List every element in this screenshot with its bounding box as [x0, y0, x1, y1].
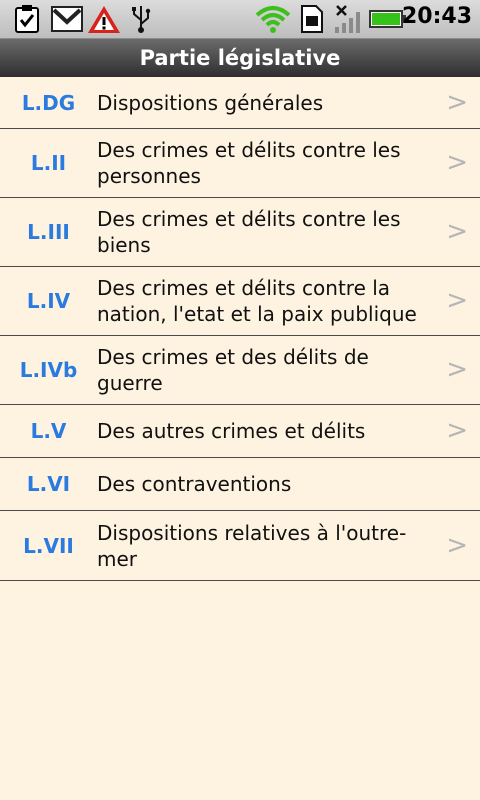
- item-label: Des crimes et délits contre la nation, l…: [97, 276, 417, 326]
- chevron-right-icon: >: [446, 415, 468, 446]
- item-label: Des crimes et délits contre les personne…: [97, 138, 401, 188]
- chevron-right-icon: >: [446, 216, 468, 247]
- list-item[interactable]: L.IVb Des crimes et des délits de guerre >: [0, 336, 480, 405]
- list-item[interactable]: L.IV Des crimes et délits contre la natio…: [0, 267, 480, 336]
- item-label: Des crimes et des délits de guerre: [97, 345, 369, 395]
- clipboard-icon[interactable]: [10, 3, 44, 35]
- chevron-right-icon: >: [446, 285, 468, 316]
- item-code: L.IVb: [19, 358, 78, 382]
- sim-icon: [298, 3, 326, 35]
- clock-time: 20:43: [401, 4, 472, 29]
- item-label: Des crimes et délits contre les biens: [97, 207, 401, 257]
- item-code: L.DG: [21, 90, 76, 115]
- chevron-right-icon: >: [446, 354, 468, 385]
- no-signal-icon: [332, 3, 364, 35]
- chevron-right-icon: >: [446, 529, 468, 560]
- usb-icon[interactable]: [126, 3, 156, 35]
- list-item[interactable]: L.V Des autres crimes et délits >: [0, 405, 480, 458]
- warning-icon[interactable]: [86, 3, 122, 35]
- status-bar: 20:43: [0, 0, 480, 38]
- item-code: L.VI: [26, 472, 71, 496]
- item-code: L.II: [30, 151, 67, 175]
- list-item[interactable]: L.VI Des contraventions: [0, 458, 480, 511]
- item-code: L.IV: [26, 289, 71, 313]
- item-label: Des contraventions: [97, 472, 292, 496]
- gmail-icon[interactable]: [50, 3, 84, 35]
- list-item[interactable]: L.VII Dispositions relatives à l'outre-me…: [0, 511, 480, 581]
- item-code: L.V: [30, 419, 67, 443]
- item-label: Des autres crimes et délits: [97, 419, 366, 443]
- chevron-right-icon: >: [446, 86, 468, 117]
- list-item[interactable]: L.II Des crimes et délits contre les pers…: [0, 129, 480, 198]
- section-list: L.DG Dispositions générales > L.II Des crime…: [0, 77, 480, 581]
- list-item[interactable]: L.III Des crimes et délits contre les bie…: [0, 198, 480, 267]
- item-label: Dispositions générales: [97, 90, 324, 115]
- item-label: Dispositions relatives à l'outre-mer: [97, 520, 407, 571]
- list-item[interactable]: L.DG Dispositions générales >: [0, 77, 480, 129]
- item-code: L.III: [27, 220, 70, 244]
- page-title: Partie législative: [0, 38, 480, 77]
- chevron-right-icon: >: [446, 147, 468, 178]
- wifi-icon: [254, 3, 292, 35]
- item-code: L.VII: [23, 533, 74, 558]
